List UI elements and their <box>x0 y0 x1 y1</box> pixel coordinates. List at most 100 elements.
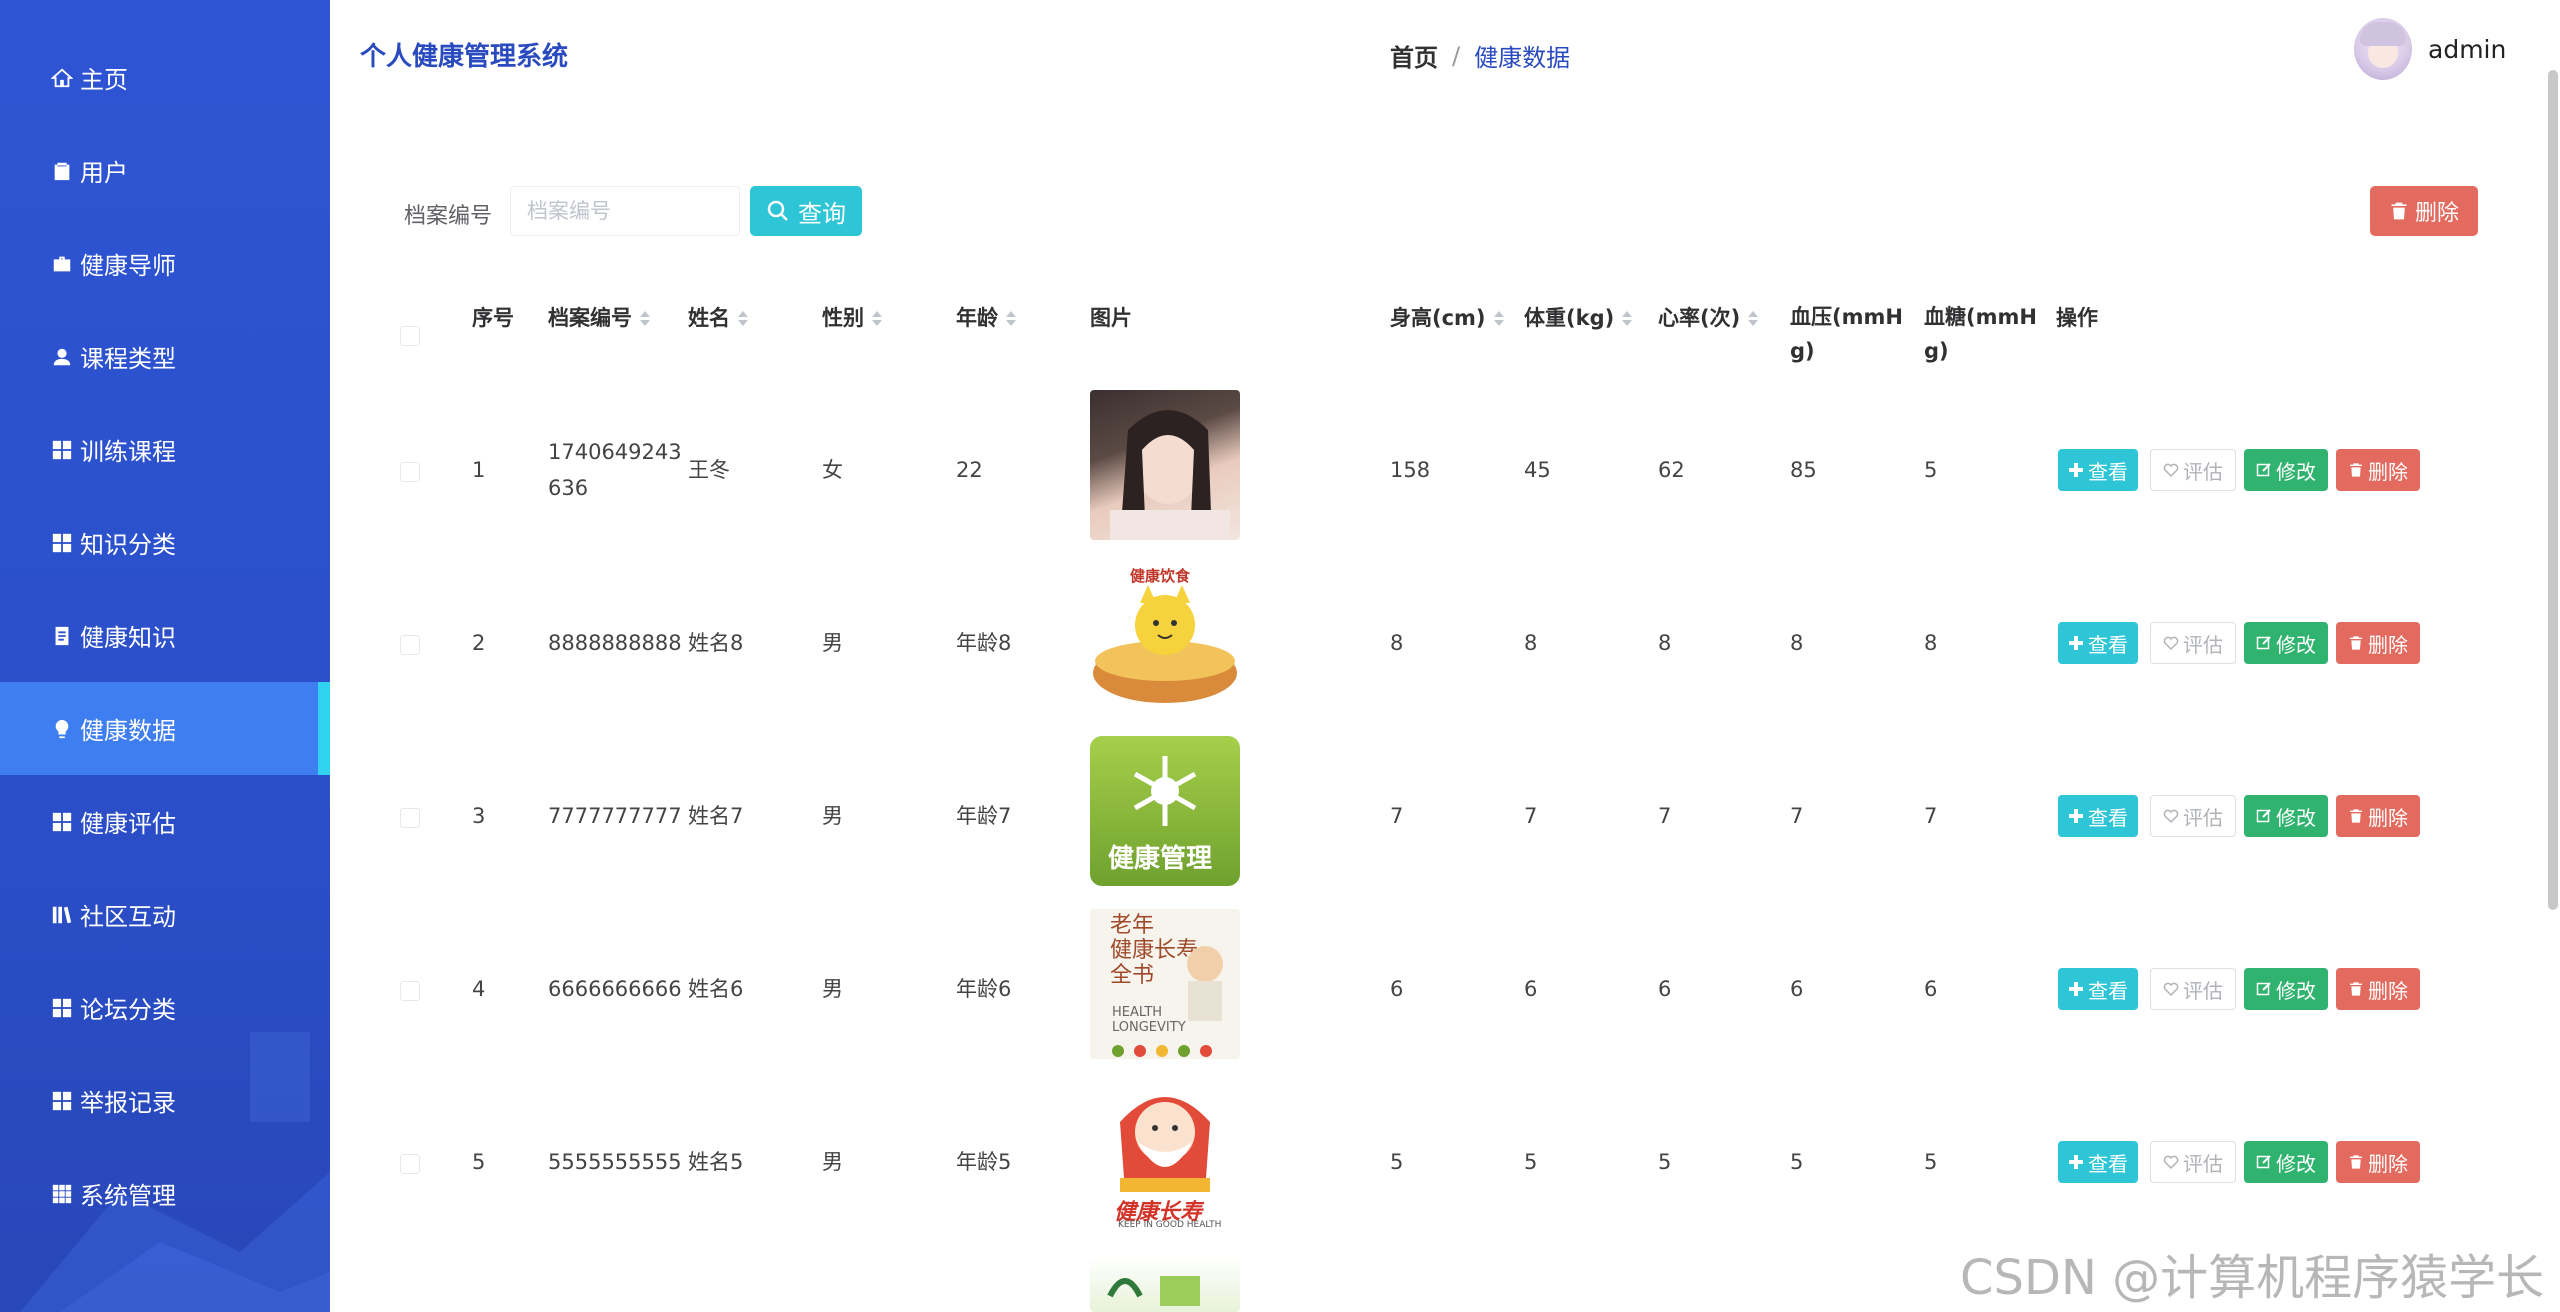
sidebar-item-users[interactable]: 用户 <box>0 124 330 217</box>
sidebar-item-community[interactable]: 社区互动 <box>0 868 330 961</box>
breadcrumb-separator: / <box>1452 41 1461 70</box>
delete-button[interactable]: 删除 <box>2336 795 2420 837</box>
avatar[interactable] <box>2354 18 2412 80</box>
edit-button[interactable]: 修改 <box>2244 1141 2328 1183</box>
row-checkbox[interactable] <box>400 1154 420 1174</box>
sidebar-item-assessment[interactable]: 健康评估 <box>0 775 330 868</box>
sidebar-item-forum-category[interactable]: 论坛分类 <box>0 961 330 1054</box>
cell-age: 年龄5 <box>956 1150 1012 1174</box>
sidebar-item-mentors[interactable]: 健康导师 <box>0 217 330 310</box>
sort-icon[interactable] <box>1622 310 1633 326</box>
cell-heart-rate: 8 <box>1658 631 1672 655</box>
row-image-health-management[interactable]: 健康管理 <box>1090 736 1240 886</box>
image-caption: 健康管理 <box>1108 844 1213 874</box>
evaluate-button[interactable]: 评估 <box>2150 968 2236 1010</box>
breadcrumb-home[interactable]: 首页 <box>1390 38 1438 73</box>
col-header-heart-rate[interactable]: 心率(次) <box>1658 300 1759 336</box>
sidebar-item-knowledge[interactable]: 健康知识 <box>0 589 330 682</box>
col-header-blood-pressure: 血压(mmH g) <box>1790 305 1903 363</box>
sort-icon[interactable] <box>1493 310 1504 326</box>
evaluate-button[interactable]: 评估 <box>2150 795 2236 837</box>
user-icon <box>50 345 74 369</box>
edit-button[interactable]: 修改 <box>2244 795 2328 837</box>
delete-button[interactable]: 删除 <box>2336 449 2420 491</box>
cell-age: 年龄8 <box>956 631 1012 655</box>
apps-grid-icon <box>50 1182 74 1206</box>
view-button[interactable]: 查看 <box>2058 968 2138 1010</box>
sidebar-item-training[interactable]: 训练课程 <box>0 403 330 496</box>
sidebar-item-label: 系统管理 <box>80 1182 176 1210</box>
edit-icon <box>2256 1155 2271 1169</box>
cell-weight: 6 <box>1524 977 1538 1001</box>
col-header-height[interactable]: 身高(cm) <box>1390 300 1504 336</box>
row-image-food[interactable]: 健康饮食 <box>1090 563 1240 713</box>
row-checkbox[interactable] <box>400 635 420 655</box>
edit-button[interactable]: 修改 <box>2244 968 2328 1010</box>
row-image-book-cover[interactable]: 老年 健康长寿 全书 HEALTH LONGEVITY <box>1090 909 1240 1059</box>
view-button[interactable]: 查看 <box>2058 795 2138 837</box>
vertical-scrollbar[interactable] <box>2548 70 2558 910</box>
col-header-gender[interactable]: 性别 <box>822 300 882 336</box>
evaluate-button[interactable]: 评估 <box>2150 622 2236 664</box>
row-checkbox[interactable] <box>400 462 420 482</box>
evaluate-button[interactable]: 评估 <box>2150 449 2236 491</box>
edit-button[interactable]: 修改 <box>2244 449 2328 491</box>
delete-button[interactable]: 删除 <box>2336 968 2420 1010</box>
cell-gender: 男 <box>822 804 843 828</box>
query-button[interactable]: 查询 <box>750 186 862 236</box>
sidebar-item-system[interactable]: 系统管理 <box>0 1147 330 1240</box>
sort-icon[interactable] <box>640 310 650 326</box>
row-checkbox[interactable] <box>400 808 420 828</box>
cell-gender: 女 <box>822 458 843 482</box>
cell-height: 5 <box>1390 1150 1404 1174</box>
username[interactable]: admin <box>2428 35 2506 64</box>
col-header-image: 图片 <box>1090 306 1132 330</box>
query-button-label: 查询 <box>798 200 846 228</box>
col-header-no: 序号 <box>472 306 514 330</box>
image-caption-en: KEEP IN GOOD HEALTH <box>1118 1220 1222 1230</box>
cell-file-id: 8888888888 <box>548 631 682 655</box>
batch-delete-button[interactable]: 删除 <box>2370 186 2478 236</box>
edit-icon <box>2256 636 2271 650</box>
sort-icon[interactable] <box>1006 310 1016 326</box>
sidebar-item-home[interactable]: 主页 <box>0 31 330 124</box>
grid-icon <box>50 996 74 1020</box>
sort-icon[interactable] <box>872 310 882 326</box>
delete-button[interactable]: 删除 <box>2336 1141 2420 1183</box>
sort-icon[interactable] <box>1748 310 1759 326</box>
col-header-file-id[interactable]: 档案编号 <box>548 300 650 336</box>
view-button[interactable]: 查看 <box>2058 622 2138 664</box>
col-header-name[interactable]: 姓名 <box>688 300 748 336</box>
cell-height: 158 <box>1390 458 1431 482</box>
cell-no: 5 <box>472 1150 486 1174</box>
sort-icon[interactable] <box>738 310 748 326</box>
row-checkbox[interactable] <box>400 981 420 1001</box>
sidebar-item-label: 健康知识 <box>80 624 176 652</box>
heart-icon <box>2163 982 2179 997</box>
search-label: 档案编号 <box>404 204 493 229</box>
view-button[interactable]: 查看 <box>2058 1141 2138 1183</box>
cell-name: 王冬 <box>688 458 730 482</box>
cell-blood-pressure: 5 <box>1790 1150 1804 1174</box>
col-header-weight[interactable]: 体重(kg) <box>1524 300 1633 336</box>
trash-icon <box>2350 1155 2362 1169</box>
sidebar-item-course-types[interactable]: 课程类型 <box>0 310 330 403</box>
select-all-checkbox[interactable] <box>400 326 420 346</box>
sidebar-item-health-data[interactable]: 健康数据 <box>0 682 330 775</box>
evaluate-button[interactable]: 评估 <box>2150 1141 2236 1183</box>
row-image-portrait[interactable] <box>1090 390 1240 540</box>
view-button[interactable]: 查看 <box>2058 449 2138 491</box>
cell-gender: 男 <box>822 631 843 655</box>
breadcrumb: 首页 / 健康数据 <box>1390 38 1570 73</box>
sidebar-item-reports[interactable]: 举报记录 <box>0 1054 330 1147</box>
sidebar-item-knowledge-category[interactable]: 知识分类 <box>0 496 330 589</box>
row-image-longevity[interactable]: 健康长寿 KEEP IN GOOD HEALTH <box>1090 1082 1240 1232</box>
edit-button[interactable]: 修改 <box>2244 622 2328 664</box>
delete-button[interactable]: 删除 <box>2336 622 2420 664</box>
grid-icon <box>50 531 74 555</box>
search-input[interactable] <box>510 186 740 236</box>
sidebar-item-label: 健康导师 <box>80 252 176 280</box>
col-header-age[interactable]: 年龄 <box>956 300 1016 336</box>
user-menu[interactable]: admin <box>2354 18 2506 80</box>
grid-icon <box>50 1089 74 1113</box>
